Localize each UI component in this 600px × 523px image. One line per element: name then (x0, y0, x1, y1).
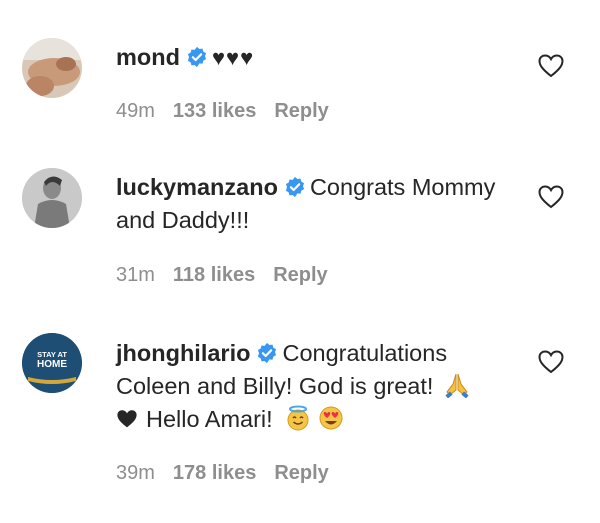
comment-body: luckymanzano Congrats Mommy and Daddy!!! (116, 171, 516, 237)
username[interactable]: mond (116, 44, 180, 70)
comment-body: jhonghilario Congratulations Coleen and B… (116, 337, 516, 436)
verified-badge-icon (285, 176, 305, 198)
comment-text: Hello Amari! (146, 406, 273, 432)
comment-text: Congratulations (282, 340, 448, 366)
likes-count[interactable]: 133 likes (173, 100, 256, 122)
comment-meta: 31m 118 likes Reply (116, 264, 346, 287)
smiling-halo-face-icon (287, 405, 309, 431)
avatar-label: STAY AT (37, 350, 67, 359)
avatar-label: HOME (37, 359, 67, 370)
avatar[interactable]: STAY AT HOME (22, 333, 82, 393)
avatar[interactable] (22, 168, 82, 228)
like-heart-icon[interactable] (538, 350, 564, 374)
verified-badge-icon (187, 46, 207, 68)
avatar[interactable] (22, 38, 82, 98)
like-heart-icon[interactable] (538, 54, 564, 78)
praying-hands-icon (445, 373, 469, 398)
heart-eyes-face-icon (319, 406, 343, 430)
comment-time: 31m (116, 264, 155, 286)
verified-badge-icon (258, 342, 277, 364)
likes-count[interactable]: 178 likes (173, 462, 256, 484)
likes-count[interactable]: 118 likes (173, 264, 255, 286)
comment-time: 49m (116, 100, 155, 122)
comment-meta: 39m 178 likes Reply (116, 462, 347, 485)
reply-button[interactable]: Reply (274, 462, 328, 484)
comment-text: Coleen and Billy! God is great! (116, 373, 434, 399)
username[interactable]: jhonghilario (116, 340, 250, 366)
username[interactable]: luckymanzano (116, 174, 278, 200)
comment-text: ♥♥♥ (211, 45, 255, 70)
reply-button[interactable]: Reply (274, 100, 328, 122)
comment-body: mond ♥♥♥ (116, 41, 516, 74)
user-photo-avatar-icon (22, 168, 82, 228)
like-heart-icon[interactable] (538, 185, 564, 209)
black-heart-icon (117, 410, 137, 428)
reply-button[interactable]: Reply (273, 264, 327, 286)
comment-meta: 49m 133 likes Reply (116, 100, 347, 123)
user-photo-avatar-icon (22, 38, 82, 98)
comment-time: 39m (116, 462, 155, 484)
